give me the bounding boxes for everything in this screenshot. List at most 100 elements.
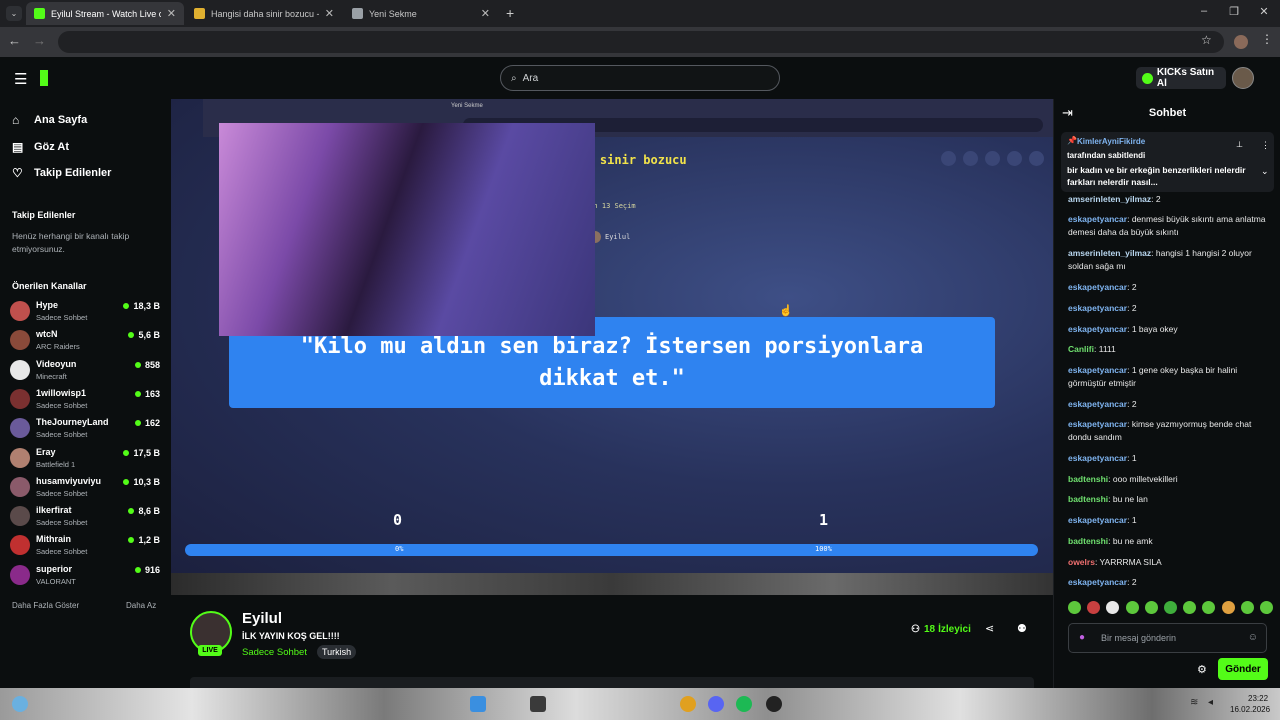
browser-tab-1[interactable]: Eyilul Stream - Watch Live on Kick ✕ [26,2,184,25]
follow-icon[interactable]: ⚉ [1017,622,1027,635]
recommended-channel[interactable]: Mithrain Sadece Sohbet 1,2 B [10,532,160,561]
buy-kicks-button[interactable]: KICKs Satın Al [1136,67,1226,89]
stream-category[interactable]: Sadece Sohbet [242,647,307,658]
profile-avatar-icon[interactable] [1234,35,1248,49]
channel-avatar [10,388,30,409]
recommended-channel[interactable]: Eray Battlefield 1 17,5 B [10,445,160,474]
channel-avatar [10,476,30,497]
chat-username[interactable]: eskapetyancar [1068,515,1127,525]
user-avatar[interactable] [1232,67,1254,89]
discord-icon[interactable] [708,696,724,712]
tab-close-icon[interactable]: ✕ [481,7,490,20]
flag-icon[interactable] [1007,151,1022,166]
chat-username[interactable]: eskapetyancar [1068,365,1127,375]
taskbar-app-icon-3[interactable] [766,696,782,712]
recommended-channel[interactable]: ilkerfirat Sadece Sohbet 8,6 B [10,503,160,532]
recommended-channel[interactable]: wtcN ARC Raiders 5,6 B [10,327,160,356]
forward-icon[interactable]: → [33,33,46,48]
pinned-more-icon[interactable]: ⋮ [1261,140,1270,151]
taskbar-app-icon-2[interactable] [680,696,696,712]
url-field[interactable] [58,31,1224,53]
emote-icon[interactable] [1163,601,1177,614]
chat-username[interactable]: amserinleten_yilmaz [1068,248,1151,258]
browser-tab-2[interactable]: Hangisi daha sinir bozucu - Tier ✕ [186,2,342,25]
chat-username[interactable]: eskapetyancar [1068,399,1127,409]
language-tag[interactable]: Turkish [317,645,357,659]
chat-username[interactable]: Canlifi [1068,344,1094,354]
minimize-button[interactable]: – [1196,5,1212,17]
close-window-button[interactable]: ✕ [1256,5,1272,18]
start-icon[interactable] [470,696,486,712]
tab-close-icon[interactable]: ✕ [167,7,176,20]
new-tab-button[interactable]: + [506,5,514,21]
chat-username[interactable]: amserinleten_yilmaz [1068,194,1151,204]
pinned-text: bir kadın ve bir erkeğin benzerlikleri n… [1067,165,1246,187]
show-less-link[interactable]: Daha Az [126,601,156,610]
search-bar[interactable]: ⌕ Ara [500,65,780,91]
hamburger-menu-icon[interactable]: ☰ [14,70,27,88]
emote-icon[interactable] [1202,601,1216,614]
microphone-icon[interactable]: ● [1079,632,1085,643]
emote-icon[interactable] [1259,601,1273,614]
chat-username[interactable]: eskapetyancar [1068,303,1127,313]
chat-message: badtenshi: ooo milletvekilleri [1068,474,1178,484]
browser-tab-3[interactable]: Yeni Sekme ✕ [344,2,498,25]
emote-icon[interactable] [1240,601,1254,614]
send-icon[interactable] [985,151,1000,166]
emoji-icon[interactable]: ☺ [1248,632,1258,643]
emote-icon[interactable] [1183,601,1197,614]
chat-username[interactable]: eskapetyancar [1068,577,1127,587]
emote-icon[interactable] [1221,601,1235,614]
show-more-link[interactable]: Daha Fazla Göster [12,601,79,610]
nav-following[interactable]: ♡ Takip Edilenler [12,166,111,180]
nav-browse[interactable]: ▤ Göz At [12,140,69,154]
emote-icon[interactable] [1144,601,1158,614]
chat-username[interactable]: eskapetyancar [1068,419,1127,429]
streamer-name[interactable]: Eyilul [242,610,282,627]
browse-icon: ▤ [12,140,24,154]
send-button[interactable]: Gönder [1218,658,1268,680]
chat-username[interactable]: eskapetyancar [1068,214,1127,224]
back-icon[interactable]: ← [8,33,21,48]
recommended-channel[interactable]: 1willowisp1 Sadece Sohbet 163 [10,386,160,415]
chat-username[interactable]: owelrs [1068,557,1095,567]
share-icon[interactable]: ⋖ [985,622,994,635]
chat-username[interactable]: badtenshi [1068,536,1108,546]
chat-username[interactable]: eskapetyancar [1068,282,1127,292]
emote-icon[interactable] [1125,601,1139,614]
chat-username[interactable]: eskapetyancar [1068,453,1127,463]
eye-icon[interactable] [941,151,956,166]
channel-viewer-count: 163 [144,388,160,399]
recommended-channel[interactable]: TheJourneyLand Sadece Sohbet 162 [10,415,160,444]
chat-input[interactable]: ● Bir mesaj gönderin ☺ [1068,623,1267,653]
chat-username[interactable]: eskapetyancar [1068,324,1127,334]
recommended-channel[interactable]: husamviyuviyu Sadece Sohbet 10,3 B [10,474,160,503]
video-player[interactable]: Yeni Sekme Hangisi daha sinir bozucu Son… [171,99,1053,595]
kick-logo-icon[interactable] [40,70,48,86]
recommended-channel[interactable]: superior VALORANT 916 [10,562,160,591]
link-icon[interactable] [963,151,978,166]
tab-search-icon[interactable]: ⌄ [6,6,22,21]
nav-home[interactable]: ⌂ Ana Sayfa [12,113,87,127]
recommended-channel[interactable]: Hype Sadece Sohbet 18,3 B [10,298,160,327]
fullscreen-icon[interactable] [1029,151,1044,166]
chat-settings-icon[interactable]: ⚙ [1197,663,1207,676]
emote-icon[interactable] [1106,601,1120,614]
emote-icon[interactable] [1068,601,1081,614]
recommended-channel[interactable]: Videoyun Minecraft 858 [10,357,160,386]
emote-icon[interactable] [1087,601,1101,614]
taskbar-app-icon-1[interactable] [530,696,546,712]
chat-message: amserinleten_yilmaz: 2 [1068,194,1161,204]
spotify-icon[interactable] [736,696,752,712]
unpin-icon[interactable]: ⊥ [1236,140,1243,149]
chat-username[interactable]: badtenshi [1068,474,1108,484]
chat-username[interactable]: badtenshi [1068,494,1108,504]
chevron-down-icon[interactable]: ⌄ [1261,166,1269,177]
maximize-button[interactable]: ❐ [1226,5,1242,18]
pinned-message[interactable]: 📌 KimlerAyniFikirde tarafından sabitlend… [1061,132,1274,192]
bookmark-star-icon[interactable]: ☆ [1201,33,1212,47]
tab-close-icon[interactable]: ✕ [325,7,334,20]
browser-menu-icon[interactable]: ⋮ [1261,32,1273,46]
weather-icon[interactable] [12,696,28,712]
tab-favicon-icon [34,8,45,19]
